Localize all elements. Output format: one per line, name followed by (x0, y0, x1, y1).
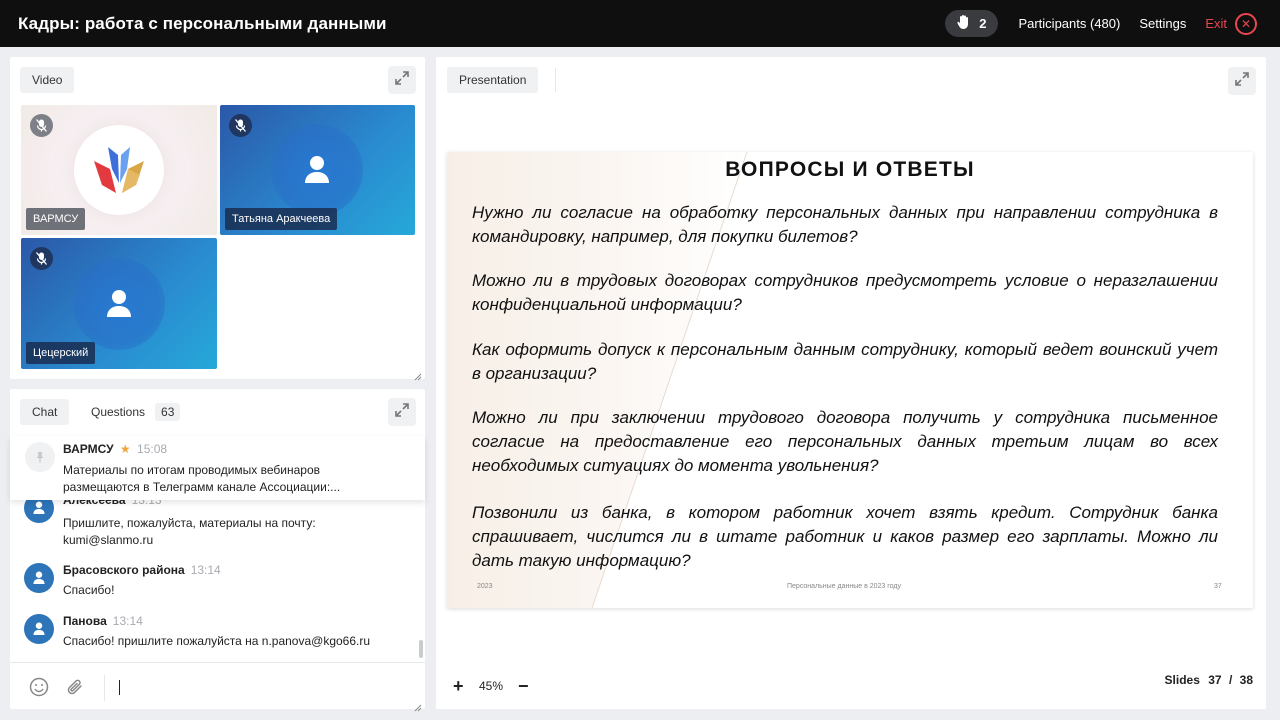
participant-name: ВАРМСУ (26, 208, 86, 230)
message-time: 13:14 (112, 614, 143, 628)
tab-video[interactable]: Video (20, 67, 75, 93)
exit-button[interactable]: Exit ✕ (1205, 12, 1257, 35)
page-title: Кадры: работа с персональными данными (18, 13, 387, 33)
questions-count-badge: 63 (155, 403, 181, 421)
tab-presentation[interactable]: Presentation (447, 67, 539, 93)
mic-off-icon (229, 114, 252, 137)
varmsu-logo (74, 125, 164, 215)
current-slide: 37 (1208, 673, 1222, 687)
slide-question: Нужно ли согласие на обработку персональ… (472, 203, 1218, 246)
settings-button[interactable]: Settings (1139, 16, 1186, 31)
chat-message: Панова 13:14 Спасибо! пришлите пожалуйста… (24, 614, 404, 654)
participant-name: Татьяна Аракчеева (225, 208, 338, 230)
expand-presentation-button[interactable] (1228, 67, 1256, 95)
tab-questions-label: Questions (91, 405, 146, 419)
hand-icon (957, 14, 971, 33)
slide-question: Позвонили из банка, в котором работник х… (472, 503, 1218, 570)
expand-icon (395, 402, 409, 422)
chat-scrollbar[interactable] (419, 640, 423, 658)
video-tile-arakcheeva[interactable]: Татьяна Аракчеева (220, 105, 415, 235)
video-panel: Video ВАРМСУ Татьяна Аракчеева Цецерский (10, 57, 425, 381)
zoom-level: 45% (479, 679, 504, 693)
expand-icon (1235, 71, 1249, 91)
zoom-in-button[interactable]: + (453, 677, 464, 695)
slide-question: Можно ли при заключении трудового догово… (472, 408, 1218, 475)
raised-hands-count: 2 (979, 16, 987, 31)
emoji-icon[interactable] (29, 677, 49, 702)
zoom-out-button[interactable]: − (518, 677, 529, 695)
message-text: Спасибо! пришлите пожалуйста на n.panova… (63, 634, 371, 648)
expand-icon (395, 70, 409, 90)
slide-question: Можно ли в трудовых договорах сотруднико… (472, 271, 1218, 314)
mic-off-icon (30, 247, 53, 270)
resize-handle[interactable] (414, 368, 422, 381)
message-time: 15:08 (137, 442, 168, 456)
resize-handle[interactable] (414, 699, 422, 712)
slides-label: Slides (1164, 673, 1200, 687)
avatar (24, 614, 54, 644)
slide-footer-year: 2023 (477, 583, 493, 590)
slide-footer-number: 37 (1214, 583, 1222, 590)
participants-button[interactable]: Participants (480) (1018, 16, 1120, 31)
message-text: Спасибо! (63, 583, 115, 597)
message-author: Панова 13:14 (63, 614, 143, 628)
avatar (73, 258, 165, 350)
expand-video-button[interactable] (388, 66, 416, 94)
video-tile-tsetserskiy[interactable]: Цецерский (21, 238, 217, 369)
attach-icon[interactable] (66, 677, 86, 702)
avatar (271, 124, 363, 216)
chat-message: Брасовского района 13:14 Спасибо! (24, 563, 404, 603)
message-time: 13:14 (190, 563, 221, 577)
message-author: Брасовского района 13:14 (63, 563, 221, 577)
pin-icon (25, 442, 55, 472)
pinned-author: ВАРМСУ ★ 15:08 (63, 442, 168, 456)
text-cursor (119, 680, 120, 695)
message-input[interactable] (114, 673, 409, 701)
mic-off-icon (30, 114, 53, 137)
video-tile-varmsu[interactable]: ВАРМСУ (21, 105, 217, 235)
pinned-text: Материалы по итогам проводимых вебинаров… (63, 463, 341, 494)
expand-chat-button[interactable] (388, 398, 416, 426)
avatar (24, 563, 54, 593)
close-icon: ✕ (1235, 12, 1257, 35)
composer-separator (104, 675, 105, 701)
slide-counter: Slides 37 / 38 (1164, 673, 1253, 687)
top-bar: Кадры: работа с персональными данными 2 … (0, 0, 1280, 47)
pinned-message[interactable]: ВАРМСУ ★ 15:08 Материалы по итогам прово… (10, 436, 425, 500)
participant-name: Цецерский (26, 342, 96, 364)
slide-title: ВОПРОСЫ И ОТВЕТЫ (725, 158, 975, 181)
total-slides: 38 (1239, 673, 1253, 687)
star-icon: ★ (119, 442, 131, 456)
slide-question: Как оформить допуск к персональным данны… (472, 340, 1218, 383)
slide-footer-title: Персональные данные в 2023 году (787, 583, 901, 590)
tab-chat[interactable]: Chat (20, 399, 69, 425)
composer-divider (10, 662, 425, 663)
exit-label: Exit (1205, 16, 1227, 31)
tab-questions[interactable]: Questions 63 (79, 399, 193, 425)
tab-divider (555, 68, 556, 92)
chat-message: Алексеева 13:13 Пришлите, пожалуйста, мат… (24, 493, 404, 548)
raised-hands-button[interactable]: 2 (945, 10, 999, 37)
message-text: Пришлите, пожалуйста, материалы на почту… (63, 516, 316, 547)
presentation-slide: ВОПРОСЫ И ОТВЕТЫ Нужно ли согласие на об… (447, 152, 1253, 608)
